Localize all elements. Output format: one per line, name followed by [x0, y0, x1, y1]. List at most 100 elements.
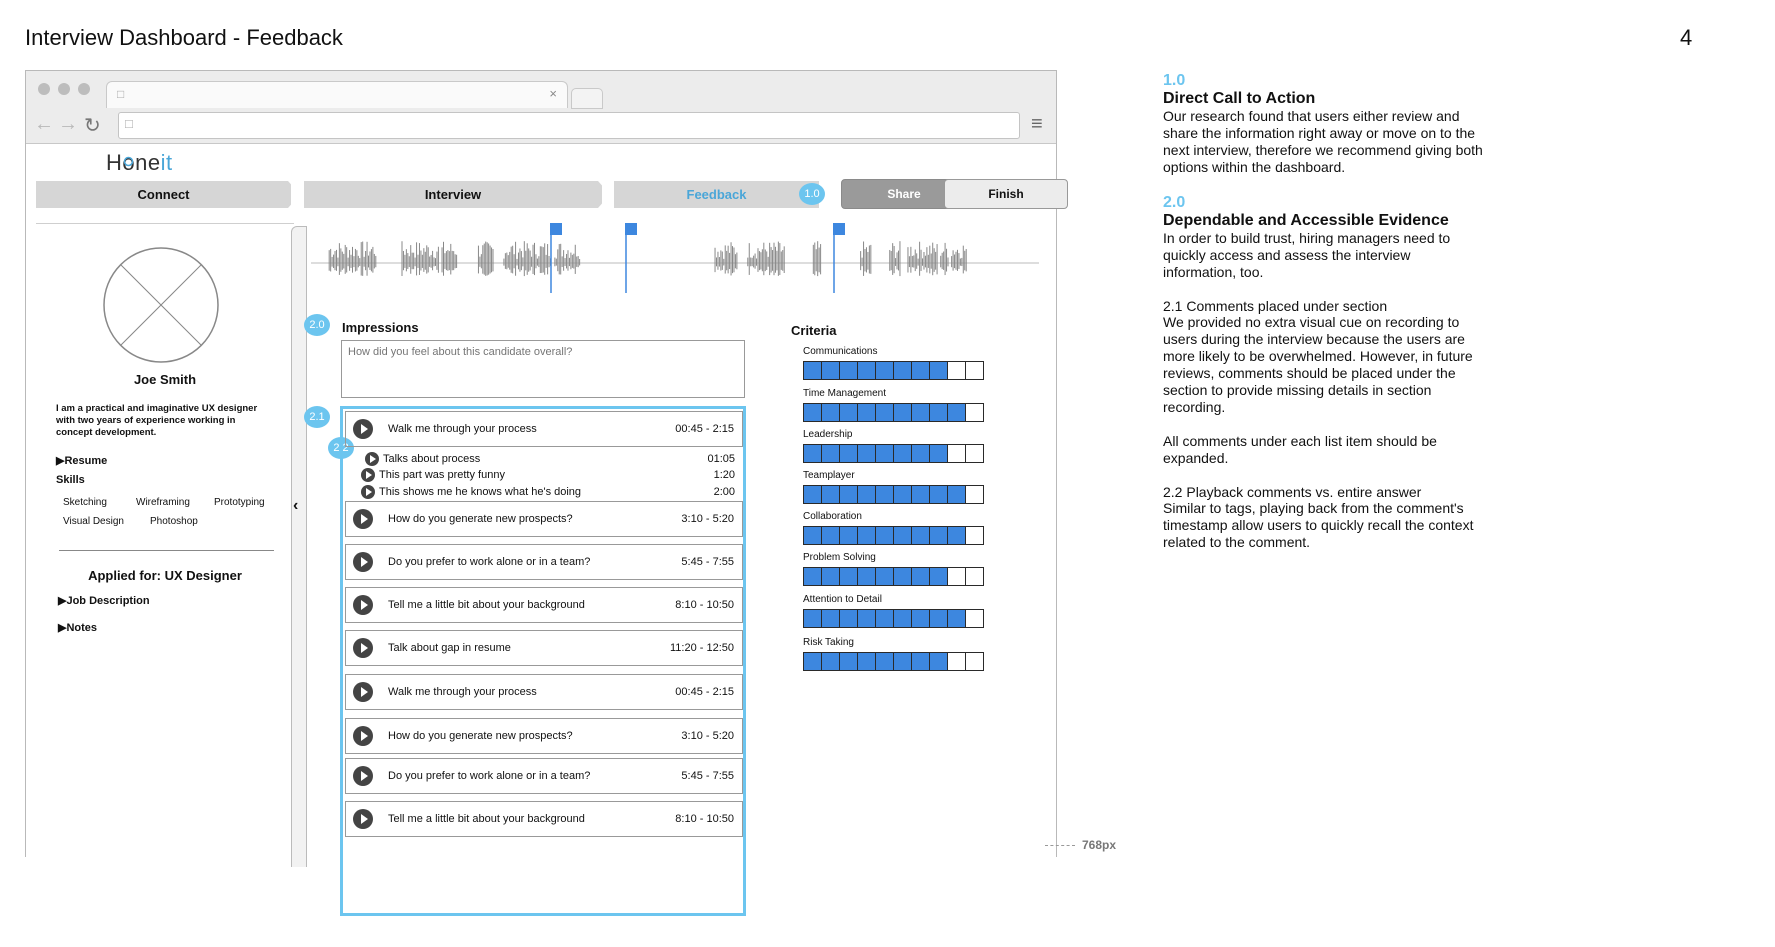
rating-cell[interactable]: [875, 609, 894, 628]
rating-cell[interactable]: [893, 526, 912, 545]
rating-cell[interactable]: [857, 567, 876, 586]
rating-cell[interactable]: [803, 609, 822, 628]
rating-bar[interactable]: [803, 361, 984, 380]
question-row[interactable]: How do you generate new prospects? 3:10 …: [345, 718, 743, 754]
play-icon[interactable]: [353, 682, 373, 702]
rating-cell[interactable]: [911, 567, 930, 586]
rating-cell[interactable]: [803, 526, 822, 545]
rating-cell[interactable]: [839, 652, 858, 671]
rating-cell[interactable]: [965, 444, 984, 463]
question-row[interactable]: Talk about gap in resume 11:20 - 12:50: [345, 630, 743, 666]
rating-cell[interactable]: [893, 567, 912, 586]
play-icon[interactable]: [361, 468, 375, 482]
reload-icon[interactable]: ↻: [84, 113, 101, 138]
play-icon[interactable]: [353, 419, 373, 439]
rating-cell[interactable]: [911, 609, 930, 628]
rating-cell[interactable]: [857, 444, 876, 463]
question-row[interactable]: Walk me through your process 00:45 - 2:1…: [345, 674, 743, 710]
rating-cell[interactable]: [839, 609, 858, 628]
rating-cell[interactable]: [839, 567, 858, 586]
rating-cell[interactable]: [839, 444, 858, 463]
rating-cell[interactable]: [929, 609, 948, 628]
rating-cell[interactable]: [965, 567, 984, 586]
rating-bar[interactable]: [803, 526, 984, 545]
question-row[interactable]: Do you prefer to work alone or in a team…: [345, 544, 743, 580]
rating-cell[interactable]: [911, 652, 930, 671]
rating-cell[interactable]: [947, 526, 966, 545]
rating-cell[interactable]: [857, 361, 876, 380]
maximize-window-dot[interactable]: [78, 83, 90, 95]
rating-bar[interactable]: [803, 652, 984, 671]
comment-row[interactable]: Talks about process 01:05: [365, 452, 735, 466]
rating-cell[interactable]: [929, 403, 948, 422]
rating-cell[interactable]: [965, 609, 984, 628]
rating-cell[interactable]: [911, 403, 930, 422]
rating-cell[interactable]: [965, 403, 984, 422]
menu-icon[interactable]: ≡: [1031, 113, 1043, 136]
rating-cell[interactable]: [857, 609, 876, 628]
rating-bar[interactable]: [803, 609, 984, 628]
minimize-window-dot[interactable]: [58, 83, 70, 95]
rating-cell[interactable]: [875, 652, 894, 671]
rating-cell[interactable]: [803, 403, 822, 422]
comment-row[interactable]: This shows me he knows what he's doing 2…: [361, 485, 735, 499]
rating-cell[interactable]: [893, 361, 912, 380]
question-row[interactable]: Tell me a little bit about your backgrou…: [345, 801, 743, 837]
rating-bar[interactable]: [803, 444, 984, 463]
rating-cell[interactable]: [821, 609, 840, 628]
rating-cell[interactable]: [821, 526, 840, 545]
rating-cell[interactable]: [947, 652, 966, 671]
step-feedback[interactable]: Feedback: [614, 181, 819, 208]
rating-cell[interactable]: [821, 361, 840, 380]
question-row[interactable]: Do you prefer to work alone or in a team…: [345, 758, 743, 794]
play-icon[interactable]: [353, 638, 373, 658]
rating-cell[interactable]: [803, 652, 822, 671]
rating-cell[interactable]: [965, 485, 984, 504]
rating-cell[interactable]: [947, 609, 966, 628]
rating-cell[interactable]: [875, 485, 894, 504]
rating-cell[interactable]: [821, 567, 840, 586]
close-window-dot[interactable]: [38, 83, 50, 95]
rating-cell[interactable]: [911, 444, 930, 463]
rating-cell[interactable]: [947, 444, 966, 463]
new-tab-button[interactable]: [571, 88, 603, 109]
rating-cell[interactable]: [803, 444, 822, 463]
rating-cell[interactable]: [929, 652, 948, 671]
rating-cell[interactable]: [947, 361, 966, 380]
rating-cell[interactable]: [821, 652, 840, 671]
rating-cell[interactable]: [821, 403, 840, 422]
question-row[interactable]: How do you generate new prospects? 3:10 …: [345, 501, 743, 537]
rating-cell[interactable]: [947, 485, 966, 504]
close-tab-icon[interactable]: ×: [549, 86, 557, 101]
rating-cell[interactable]: [857, 403, 876, 422]
rating-cell[interactable]: [821, 444, 840, 463]
play-icon[interactable]: [353, 766, 373, 786]
rating-cell[interactable]: [893, 403, 912, 422]
play-icon[interactable]: [353, 595, 373, 615]
back-arrow-icon[interactable]: ←: [34, 113, 54, 136]
rating-cell[interactable]: [803, 485, 822, 504]
audio-waveform[interactable]: [311, 223, 1039, 293]
rating-cell[interactable]: [875, 567, 894, 586]
rating-cell[interactable]: [857, 526, 876, 545]
rating-cell[interactable]: [929, 361, 948, 380]
play-icon[interactable]: [353, 726, 373, 746]
rating-cell[interactable]: [893, 444, 912, 463]
question-row[interactable]: Walk me through your process 00:45 - 2:1…: [345, 411, 743, 447]
rating-cell[interactable]: [839, 485, 858, 504]
rating-cell[interactable]: [929, 444, 948, 463]
rating-cell[interactable]: [965, 652, 984, 671]
rating-cell[interactable]: [839, 361, 858, 380]
rating-cell[interactable]: [929, 526, 948, 545]
rating-cell[interactable]: [875, 361, 894, 380]
rating-cell[interactable]: [911, 526, 930, 545]
rating-cell[interactable]: [911, 361, 930, 380]
job-description-toggle[interactable]: ▶Job Description: [58, 594, 150, 607]
finish-button[interactable]: Finish: [944, 179, 1068, 209]
rating-cell[interactable]: [857, 652, 876, 671]
resume-toggle[interactable]: ▶Resume: [56, 454, 107, 467]
rating-cell[interactable]: [929, 567, 948, 586]
rating-cell[interactable]: [965, 361, 984, 380]
rating-cell[interactable]: [893, 652, 912, 671]
rating-cell[interactable]: [875, 403, 894, 422]
